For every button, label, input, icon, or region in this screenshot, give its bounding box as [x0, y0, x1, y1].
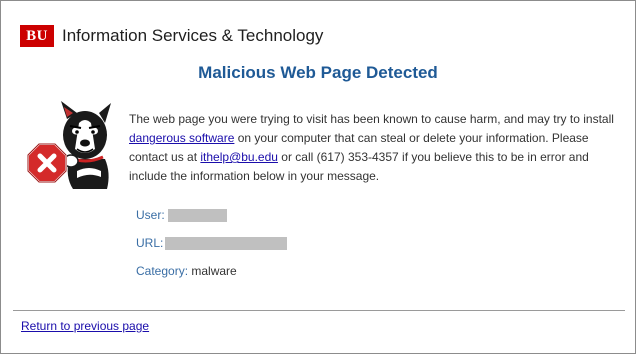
message-text-1: The web page you were trying to visit ha… — [129, 112, 614, 126]
red-x-stop-icon — [27, 143, 67, 183]
page-title: Malicious Web Page Detected — [198, 63, 438, 82]
dangerous-software-link[interactable]: dangerous software — [129, 131, 234, 145]
warning-message: The web page you were trying to visit ha… — [129, 110, 619, 186]
ithelp-email-link[interactable]: ithelp@bu.edu — [200, 150, 278, 164]
user-label: User: — [136, 208, 165, 222]
category-row: Category: malware — [136, 263, 237, 279]
warning-illustration — [25, 99, 115, 191]
url-row: URL: — [136, 235, 288, 251]
org-name: Information Services & Technology — [62, 26, 324, 45]
footer-divider — [13, 310, 625, 311]
user-value-redacted — [167, 208, 227, 222]
category-value: malware — [191, 264, 237, 278]
blocked-page-frame: BU Information Services & Technology Mal… — [0, 0, 636, 354]
category-label: Category: — [136, 264, 189, 278]
url-label: URL: — [136, 236, 164, 250]
user-row: User: — [136, 207, 227, 223]
bu-logo: BU — [20, 25, 54, 47]
return-to-previous-page-link[interactable]: Return to previous page — [21, 318, 149, 334]
url-value-redacted — [165, 236, 288, 250]
